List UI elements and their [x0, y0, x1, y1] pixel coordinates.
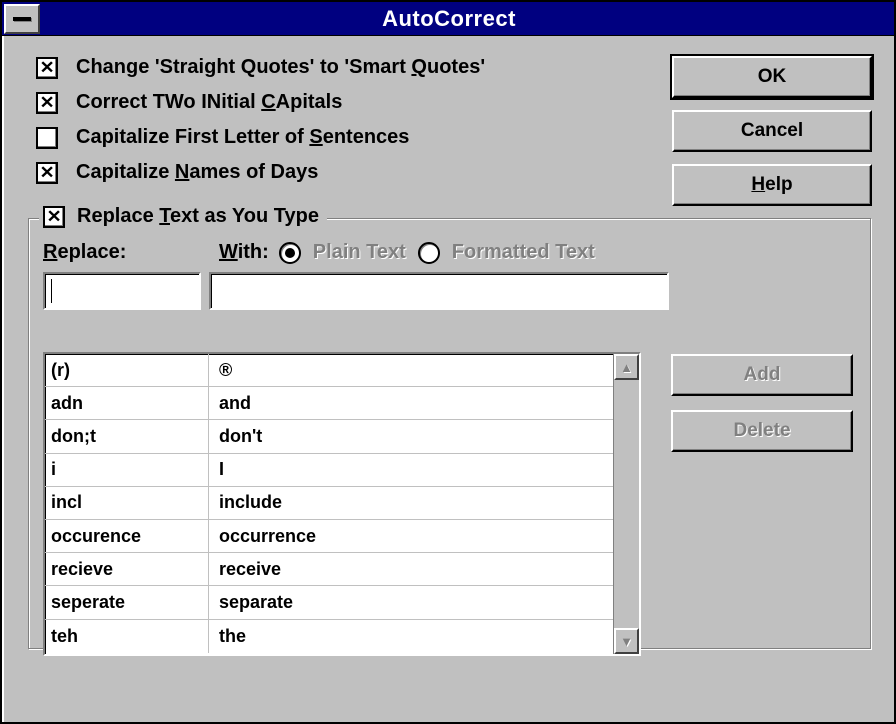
table-row[interactable]: iI — [45, 454, 613, 487]
replace-as-you-type-group: Replace Text as You Type Replace: With: … — [28, 218, 872, 650]
table-row[interactable]: inclinclude — [45, 487, 613, 520]
replace-cell: adn — [45, 387, 209, 419]
replace-as-you-type-label[interactable]: Replace Text as You Type — [77, 205, 319, 228]
with-cell: don't — [209, 420, 613, 452]
smart-quotes-checkbox[interactable] — [36, 57, 58, 79]
scroll-down-button[interactable]: ▼ — [614, 628, 639, 654]
replace-input[interactable] — [43, 272, 201, 310]
replace-cell: seperate — [45, 586, 209, 618]
help-button[interactable]: Help — [672, 164, 872, 206]
replace-cell: teh — [45, 620, 209, 653]
replace-cell: (r) — [45, 354, 209, 386]
autocorrect-dialog: AutoCorrect Change 'Straight Quotes' to … — [0, 0, 896, 724]
table-row[interactable]: recievereceive — [45, 553, 613, 586]
replace-cell: i — [45, 454, 209, 486]
text-cursor — [51, 279, 52, 303]
window-title: AutoCorrect — [42, 6, 894, 32]
replace-label: Replace: — [43, 241, 201, 264]
formatted-text-radio-label: Formatted Text — [452, 241, 595, 264]
replacements-list-content: (r)®adnanddon;tdon'tiIinclincludeoccuren… — [45, 354, 613, 654]
table-row[interactable]: don;tdon't — [45, 420, 613, 453]
replace-cell: recieve — [45, 553, 209, 585]
capitalize-sentences-checkbox[interactable] — [36, 127, 58, 149]
with-cell: include — [209, 487, 613, 519]
with-cell: receive — [209, 553, 613, 585]
table-row[interactable]: tehthe — [45, 620, 613, 653]
client-area: Change 'Straight Quotes' to 'Smart Quote… — [2, 36, 894, 668]
dialog-buttons: OK Cancel Help — [672, 56, 872, 206]
add-button[interactable]: Add — [671, 354, 853, 396]
with-cell: I — [209, 454, 613, 486]
replace-cell: incl — [45, 487, 209, 519]
system-menu-button[interactable] — [4, 4, 40, 34]
capitalize-days-checkbox[interactable] — [36, 162, 58, 184]
with-cell: the — [209, 620, 613, 653]
scroll-up-button[interactable]: ▲ — [614, 354, 639, 380]
plain-text-radio-label: Plain Text — [313, 241, 406, 264]
capitalize-days-label[interactable]: Capitalize Names of Days — [76, 161, 318, 184]
titlebar: AutoCorrect — [2, 2, 894, 36]
replacements-listbox[interactable]: (r)®adnanddon;tdon'tiIinclincludeoccuren… — [43, 352, 641, 656]
replace-cell: occurence — [45, 520, 209, 552]
options-list: Change 'Straight Quotes' to 'Smart Quote… — [28, 56, 662, 196]
with-cell: separate — [209, 586, 613, 618]
system-menu-icon — [13, 17, 31, 21]
scrollbar[interactable]: ▲ ▼ — [613, 354, 639, 654]
with-cell: ® — [209, 354, 613, 386]
plain-text-radio[interactable] — [279, 242, 301, 264]
two-initial-caps-label[interactable]: Correct TWo INitial CApitals — [76, 91, 342, 114]
delete-button[interactable]: Delete — [671, 410, 853, 452]
with-input[interactable] — [209, 272, 669, 310]
replace-cell: don;t — [45, 420, 209, 452]
cancel-button[interactable]: Cancel — [672, 110, 872, 152]
smart-quotes-label[interactable]: Change 'Straight Quotes' to 'Smart Quote… — [76, 56, 485, 79]
with-label: With: — [219, 241, 269, 264]
two-initial-caps-checkbox[interactable] — [36, 92, 58, 114]
capitalize-sentences-label[interactable]: Capitalize First Letter of Sentences — [76, 126, 409, 149]
table-row[interactable]: seperateseparate — [45, 586, 613, 619]
table-row[interactable]: (r)® — [45, 354, 613, 387]
ok-button[interactable]: OK — [672, 56, 872, 98]
with-cell: and — [209, 387, 613, 419]
formatted-text-radio[interactable] — [418, 242, 440, 264]
with-cell: occurrence — [209, 520, 613, 552]
table-row[interactable]: occurenceoccurrence — [45, 520, 613, 553]
replace-as-you-type-checkbox[interactable] — [43, 206, 65, 228]
table-row[interactable]: adnand — [45, 387, 613, 420]
